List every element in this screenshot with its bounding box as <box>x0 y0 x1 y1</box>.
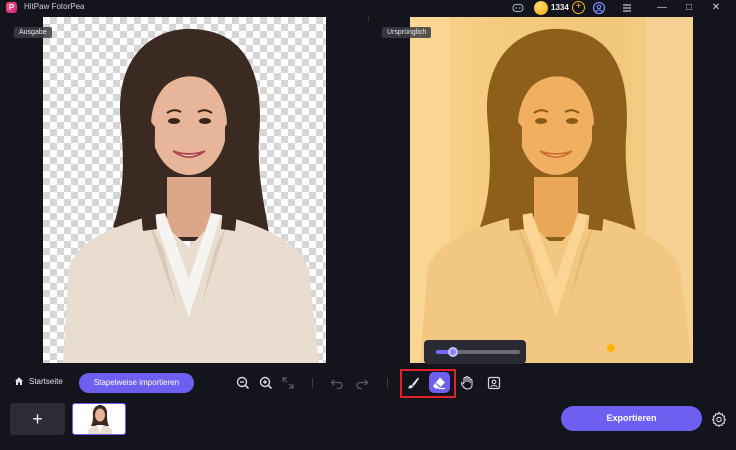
home-icon <box>15 377 23 385</box>
minimize-button[interactable]: — <box>652 0 672 16</box>
discord-icon[interactable] <box>511 1 525 15</box>
maximize-button[interactable]: □ <box>679 0 699 16</box>
app-logo: P <box>6 2 17 13</box>
add-image-button[interactable]: + <box>10 403 65 435</box>
coin-icon <box>534 0 548 15</box>
compare-icon[interactable] <box>486 375 502 391</box>
brush-cursor <box>607 344 615 352</box>
credit-count: 1334 <box>551 3 569 12</box>
account-icon[interactable] <box>592 1 606 15</box>
output-image[interactable] <box>43 17 326 363</box>
toolbar-separator <box>312 378 313 388</box>
zoom-out-icon[interactable] <box>235 375 251 391</box>
undo-icon[interactable] <box>329 375 345 391</box>
bottom-bar: + Exportieren <box>0 400 736 450</box>
app-title: HitPaw FotorPea <box>24 2 85 11</box>
zoom-in-icon[interactable] <box>258 375 274 391</box>
original-image[interactable] <box>410 17 693 363</box>
title-bar: P HitPaw FotorPea 1334 + — □ ✕ <box>0 0 736 16</box>
brush-size-popover <box>424 340 526 364</box>
original-pane-label: Ursprünglich <box>382 27 432 38</box>
toolbar-separator <box>387 378 388 388</box>
image-thumbnail[interactable] <box>72 403 126 435</box>
home-button[interactable]: Startseite <box>14 376 63 386</box>
home-label: Startseite <box>29 376 63 386</box>
slider-handle[interactable] <box>447 347 458 357</box>
editor-toolbar: Startseite Stapelweise importieren <box>0 366 736 400</box>
brush-icon[interactable] <box>405 375 421 391</box>
add-credits-button[interactable]: + <box>572 1 585 14</box>
export-button[interactable]: Exportieren <box>561 406 702 431</box>
brush-size-slider[interactable] <box>436 347 520 357</box>
menu-icon[interactable] <box>620 1 634 15</box>
pane-divider <box>368 16 369 22</box>
fit-screen-icon[interactable] <box>280 375 296 391</box>
redo-icon[interactable] <box>354 375 370 391</box>
settings-icon[interactable] <box>711 411 727 427</box>
batch-import-button[interactable]: Stapelweise importieren <box>79 373 194 393</box>
credits-display[interactable]: 1334 <box>534 0 570 15</box>
close-button[interactable]: ✕ <box>706 0 726 16</box>
eraser-icon[interactable] <box>431 375 447 391</box>
output-pane-label: Ausgabe <box>14 27 52 38</box>
hand-icon[interactable] <box>459 375 475 391</box>
